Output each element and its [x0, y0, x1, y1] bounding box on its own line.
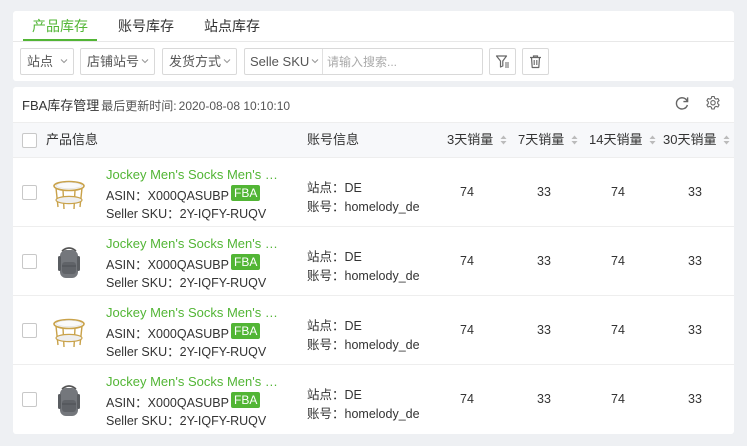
tab-bar: 产品库存 账号库存 站点库存: [23, 11, 281, 41]
col-sales-30d[interactable]: 30天销量: [663, 123, 730, 157]
product-name-link[interactable]: Jockey Men's Socks Men's Cushion Quarter…: [106, 236, 282, 251]
site-select-value: 站点: [27, 54, 54, 69]
product-asin: ASIN：X000QASUBP: [106, 189, 229, 203]
product-seller-sku: Seller SKU：2Y-IQFY-RUQV: [106, 207, 267, 221]
sales-14d-value: 74: [611, 323, 625, 337]
product-seller-sku: Seller SKU：2Y-IQFY-RUQV: [106, 276, 267, 290]
fba-badge: FBA: [231, 323, 261, 339]
chevron-down-icon: [311, 59, 319, 64]
sort-icon: [500, 135, 507, 145]
shipping-method-value: 发货方式: [169, 54, 222, 69]
sales-30d-value: 33: [688, 392, 702, 406]
tabs-divider: [13, 41, 734, 42]
updated-time: 2020-08-08 10:10:10: [178, 99, 291, 113]
fba-badge: FBA: [231, 185, 261, 201]
product-asin: ASIN：X000QASUBP: [106, 258, 229, 272]
product-name-link[interactable]: Jockey Men's Socks Men's Cushion Quarter…: [106, 167, 282, 182]
store-select-value: 店铺站号: [87, 54, 140, 69]
search-combo: Selle SKU: [244, 48, 483, 75]
product-thumbnail-backpack: [58, 247, 80, 278]
updated-label: 最后更新时间:: [101, 99, 177, 113]
col-sales-14d-label: 14天销量: [589, 132, 643, 147]
col-sales-7d-label: 7天销量: [518, 132, 565, 147]
product-seller-sku: Seller SKU：2Y-IQFY-RUQV: [106, 414, 267, 428]
col-sales-30d-label: 30天销量: [663, 132, 717, 147]
product-asin: ASIN：X000QASUBP: [106, 327, 229, 341]
account-name: 账号：homelody_de: [307, 338, 420, 352]
tab-site-inventory[interactable]: 站点库存: [195, 11, 269, 41]
product-thumbnail-table: [53, 318, 85, 348]
page-title: FBA库存管理: [22, 98, 100, 113]
sales-14d-value: 74: [611, 392, 625, 406]
filter-button[interactable]: [489, 48, 516, 75]
filter-icon: [495, 55, 509, 68]
account-site: 站点：DE: [307, 319, 362, 333]
col-sales-7d[interactable]: 7天销量: [518, 123, 578, 157]
table-row: Jockey Men's Socks Men's Cushion Quarter…: [13, 227, 734, 296]
tab-product-inventory[interactable]: 产品库存: [23, 11, 97, 41]
filter-panel: 产品库存 账号库存 站点库存 站点 店铺站号 发货方式 Selle SKU: [13, 11, 734, 81]
search-field-select[interactable]: Selle SKU: [245, 49, 323, 74]
fba-badge: FBA: [231, 254, 261, 270]
sort-icon: [723, 135, 730, 145]
account-site: 站点：DE: [307, 388, 362, 402]
account-name: 账号：homelody_de: [307, 407, 420, 421]
refresh-icon[interactable]: [674, 95, 690, 111]
chevron-down-icon: [60, 59, 68, 64]
sales-3d-value: 74: [460, 185, 474, 199]
row-checkbox[interactable]: [22, 254, 37, 269]
account-site: 站点：DE: [307, 181, 362, 195]
col-sales-3d[interactable]: 3天销量: [447, 123, 507, 157]
delete-button[interactable]: [522, 48, 549, 75]
col-sales-3d-label: 3天销量: [447, 132, 494, 147]
col-product: 产品信息: [46, 132, 99, 147]
sales-30d-value: 33: [688, 323, 702, 337]
table-row: Jockey Men's Socks Men's Cushion Quarter…: [13, 296, 734, 365]
product-thumbnail-backpack: [58, 385, 80, 416]
sales-3d-value: 74: [460, 254, 474, 268]
fba-badge: FBA: [231, 392, 261, 408]
row-checkbox[interactable]: [22, 185, 37, 200]
chevron-down-icon: [223, 59, 231, 64]
search-input[interactable]: [327, 50, 477, 73]
gear-icon[interactable]: [705, 95, 721, 111]
sales-7d-value: 33: [537, 323, 551, 337]
sales-30d-value: 33: [688, 185, 702, 199]
sales-7d-value: 33: [537, 392, 551, 406]
product-thumbnail-table: [53, 180, 85, 210]
store-select[interactable]: 店铺站号: [80, 48, 155, 75]
account-name: 账号：homelody_de: [307, 200, 420, 214]
table-row: Jockey Men's Socks Men's Cushion Quarter…: [13, 158, 734, 227]
sales-3d-value: 74: [460, 392, 474, 406]
account-name: 账号：homelody_de: [307, 269, 420, 283]
account-site: 站点：DE: [307, 250, 362, 264]
col-account: 账号信息: [307, 132, 360, 147]
product-asin: ASIN：X000QASUBP: [106, 396, 229, 410]
chevron-down-icon: [141, 59, 149, 64]
product-seller-sku: Seller SKU：2Y-IQFY-RUQV: [106, 345, 267, 359]
product-name-link[interactable]: Jockey Men's Socks Men's Cushion Quarter…: [106, 305, 282, 320]
sales-14d-value: 74: [611, 185, 625, 199]
sort-icon: [649, 135, 656, 145]
table-header: 产品信息 账号信息 3天销量 7天销量 14天销量 30天销量: [13, 122, 734, 158]
search-field-value: Selle SKU: [250, 54, 310, 69]
select-all-checkbox[interactable]: [22, 133, 37, 148]
site-select[interactable]: 站点: [20, 48, 74, 75]
col-sales-14d[interactable]: 14天销量: [589, 123, 656, 157]
tab-account-inventory[interactable]: 账号库存: [109, 11, 183, 41]
sales-3d-value: 74: [460, 323, 474, 337]
sort-icon: [571, 135, 578, 145]
panel-header: FBA库存管理 最后更新时间: 2020-08-08 10:10:10: [22, 95, 290, 113]
sales-7d-value: 33: [537, 254, 551, 268]
row-checkbox[interactable]: [22, 392, 37, 407]
sales-30d-value: 33: [688, 254, 702, 268]
inventory-panel: FBA库存管理 最后更新时间: 2020-08-08 10:10:10 产品信息 账…: [13, 87, 734, 434]
product-name-link[interactable]: Jockey Men's Socks Men's Cushion Quarter…: [106, 374, 282, 389]
shipping-method-select[interactable]: 发货方式: [162, 48, 237, 75]
trash-icon: [530, 55, 541, 69]
table-row: Jockey Men's Socks Men's Cushion Quarter…: [13, 365, 734, 434]
sales-14d-value: 74: [611, 254, 625, 268]
row-checkbox[interactable]: [22, 323, 37, 338]
sales-7d-value: 33: [537, 185, 551, 199]
